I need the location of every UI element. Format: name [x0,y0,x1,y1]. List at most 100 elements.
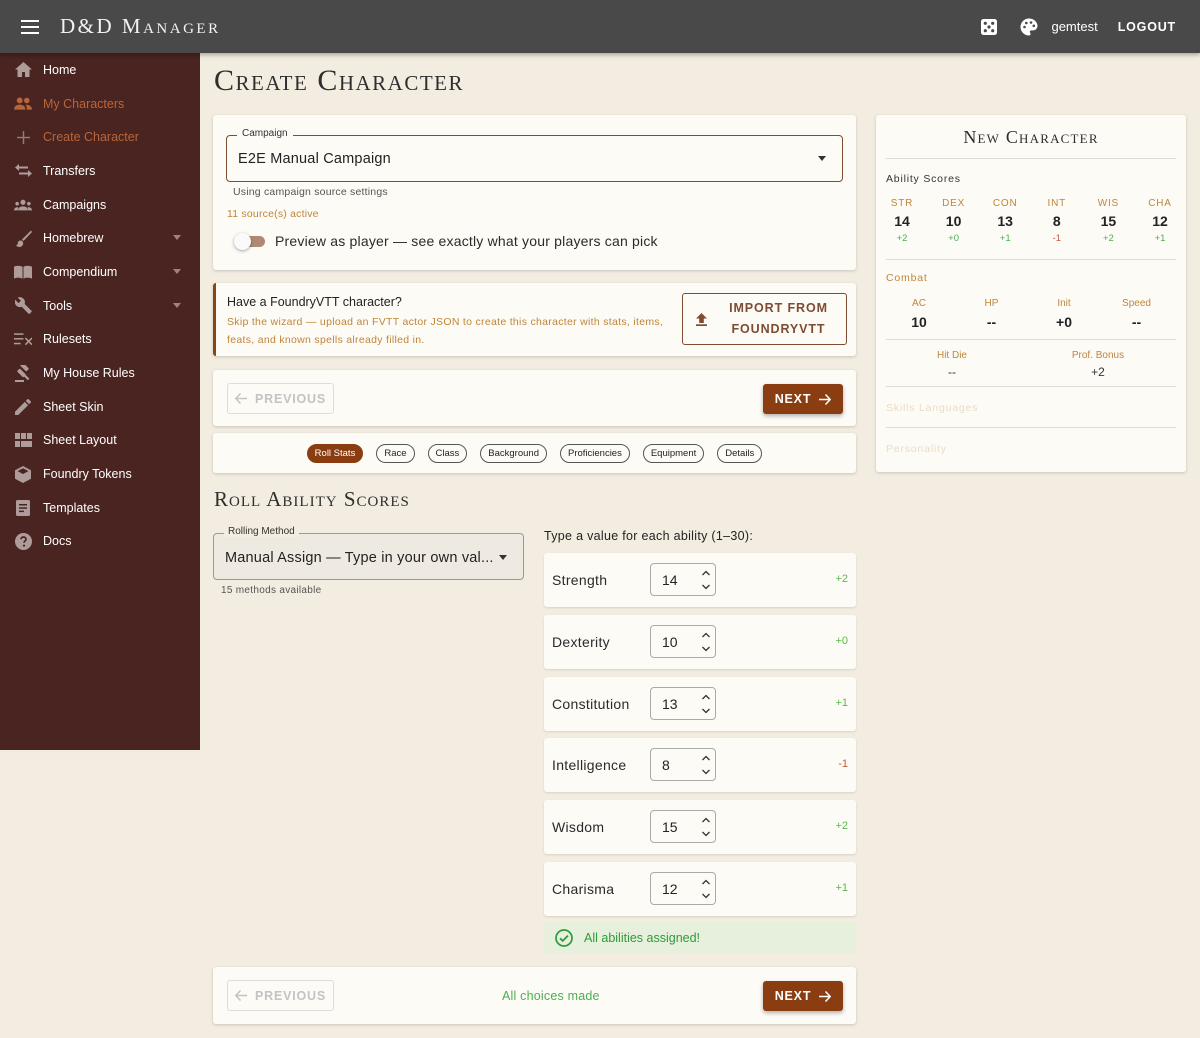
rolling-method-select[interactable]: Rolling Method Manual Assign — Type in y… [213,526,524,580]
ability-score-input[interactable]: 10 [650,624,716,658]
sidebar-item-label: Rulesets [43,332,92,347]
ability-row-intelligence: Intelligence 8 -1 [544,738,856,793]
sidebar-item-create-character[interactable]: Create Character [0,120,200,154]
dropdown-arrow-icon[interactable] [499,555,507,560]
dropdown-arrow-icon[interactable] [818,156,826,161]
step-chip-proficiencies[interactable]: Proficiencies [559,444,630,463]
ability-row-strength: Strength 14 +2 [544,553,856,607]
ability-modifier: +0 [835,634,848,647]
sidebar-item-campaigns[interactable]: Campaigns [0,188,200,222]
ability-scores-label: Ability Scores [886,173,961,185]
gavel-icon [14,364,32,382]
sidebar-item-compendium[interactable]: Compendium [0,255,200,289]
logout-button[interactable]: LOGOUT [1118,20,1176,34]
sidebar-item-templates[interactable]: Templates [0,491,200,525]
next-button[interactable]: NEXT [763,384,843,414]
sidebar-item-homebrew[interactable]: Homebrew [0,221,200,255]
previous-label: PREVIOUS [255,988,326,1003]
spinner-arrows-icon[interactable] [701,877,711,901]
check-circle-icon [555,929,573,947]
combat-stat-value: -- [986,314,997,330]
previous-label: PREVIOUS [255,391,326,406]
ability-abbr: CON [992,198,1018,209]
spinner-arrows-icon[interactable] [701,815,711,839]
sidebar-item-my-house-rules[interactable]: My House Rules [0,356,200,390]
previous-button[interactable]: PREVIOUS [227,383,334,414]
ability-score: 10 [945,213,962,229]
help-icon [14,532,32,550]
step-chip-class[interactable]: Class [427,444,468,463]
step-chip-roll-stats[interactable]: Roll Stats [306,444,364,463]
ability-name: Constitution [552,695,630,712]
step-chip-race[interactable]: Race [376,444,415,463]
sidebar-item-rulesets[interactable]: Rulesets [0,323,200,357]
combat-stat-init: Init +0 [1029,298,1099,330]
chevron-down-icon[interactable] [173,269,181,275]
summary-ability-con: CON 13 +1 [979,198,1031,244]
combat-stat-value: +0 [1056,314,1072,330]
step-chip-details[interactable]: Details [717,444,763,463]
ability-score-value: 15 [662,819,678,836]
app-title[interactable]: D&D Manager [60,14,221,39]
import-foundryvtt-button[interactable]: IMPORT FROM FOUNDRYVTT [682,293,847,345]
prof-bonus-stat: Prof. Bonus +2 [1038,350,1158,379]
sidebar-item-sheet-layout[interactable]: Sheet Layout [0,424,200,458]
ability-score-value: 10 [662,633,678,650]
rolling-method-value: Manual Assign — Type in your own val... [225,550,494,566]
ability-score-value: 14 [662,572,678,588]
ability-score-input[interactable]: 14 [650,563,716,596]
previous-button-bottom[interactable]: PREVIOUS [227,980,334,1011]
wizard-nav-top: PREVIOUS NEXT [213,370,856,426]
arrow-right-icon [819,393,832,405]
ability-abbr: INT [1047,198,1067,209]
next-label: NEXT [774,392,812,406]
ability-abbr: DEX [942,198,966,209]
dice-icon[interactable] [969,7,1009,47]
step-chip-equipment[interactable]: Equipment [642,444,705,463]
ability-score-input[interactable]: 12 [650,872,716,905]
sidebar-item-docs[interactable]: Docs [0,525,200,559]
skills-languages-label[interactable]: Skills Languages [886,402,978,414]
arrow-right-icon [819,990,832,1002]
home-icon [14,61,32,79]
step-chip-background[interactable]: Background [480,444,547,463]
ability-score: 13 [997,213,1013,229]
campaign-card: Campaign E2E Manual Campaign Using campa… [213,115,856,270]
next-button-bottom[interactable]: NEXT [763,981,843,1011]
ability-score-input[interactable]: 13 [650,686,716,720]
ability-name: Dexterity [552,633,610,650]
spinner-arrows-icon[interactable] [701,568,711,592]
ability-name: Wisdom [552,819,605,836]
summary-title: New Character [963,127,1099,147]
sidebar-item-foundry-tokens[interactable]: Foundry Tokens [0,457,200,491]
chevron-down-icon[interactable] [173,302,181,308]
sidebar-item-transfers[interactable]: Transfers [0,154,200,188]
hit-die-label: Hit Die [936,350,967,361]
hamburger-icon[interactable] [0,0,60,53]
ability-score-input[interactable]: 15 [650,810,716,844]
spinner-arrows-icon[interactable] [701,630,711,654]
spinner-arrows-icon[interactable] [701,692,711,716]
sidebar-item-label: Tools [43,298,73,313]
ability-score-input[interactable]: 8 [650,748,716,782]
arrow-left-icon [235,393,247,404]
palette-icon[interactable] [1009,7,1049,47]
prof-bonus-label: Prof. Bonus [1071,350,1125,361]
username[interactable]: gemtest [1051,19,1097,34]
sidebar-item-sheet-skin[interactable]: Sheet Skin [0,390,200,424]
sidebar-item-label: Docs [43,534,72,549]
sidebar-item-home[interactable]: Home [0,53,200,87]
sidebar-item-label: Foundry Tokens [43,467,132,482]
personality-label[interactable]: Personality [886,443,947,455]
chevron-down-icon[interactable] [173,235,181,241]
spinner-arrows-icon[interactable] [701,753,711,777]
campaign-select-value: E2E Manual Campaign [238,151,391,167]
sidebar-item-my-characters[interactable]: My Characters [0,87,200,121]
ability-row-wisdom: Wisdom 15 +2 [544,800,856,855]
preview-as-player-toggle[interactable] [234,233,267,250]
sidebar-item-tools[interactable]: Tools [0,289,200,323]
ability-modifier: +1 [835,696,848,709]
campaign-select[interactable]: Campaign E2E Manual Campaign [226,128,843,182]
combat-stat-hp: HP -- [957,298,1027,330]
group-icon [14,196,32,214]
